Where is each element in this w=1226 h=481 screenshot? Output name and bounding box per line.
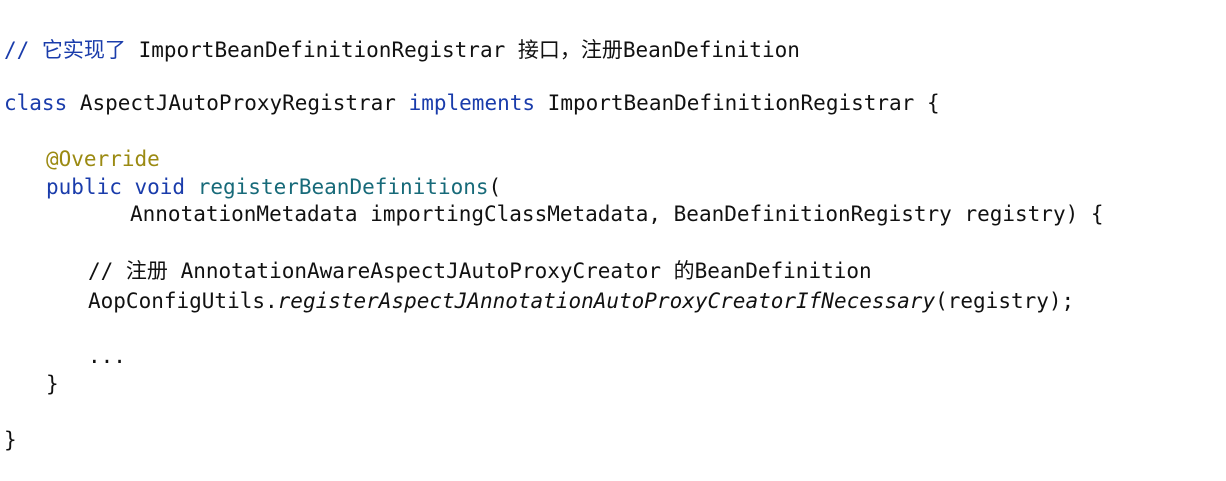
code-line-static-call: AopConfigUtils.registerAspectJAnnotation… [88,287,1074,315]
code-line-class-declaration: class AspectJAutoProxyRegistrar implemen… [4,89,940,117]
header-comment-rest: ImportBeanDefinitionRegistrar 接口，注册BeanD… [125,38,800,62]
call-method: registerAspectJAnnotationAutoProxyCreato… [277,289,936,313]
code-line-method-signature: public void registerBeanDefinitions( [46,173,501,201]
code-line-header-comment: // 它实现了 ImportBeanDefinitionRegistrar 接口… [4,36,800,64]
implements-keyword: implements [408,91,536,115]
class-keyword: class [4,91,68,115]
method-params: AnnotationMetadata importingClassMetadat… [130,202,1104,226]
ellipsis: ... [88,344,126,368]
method-name: registerBeanDefinitions [197,175,489,199]
class-close-brace: } [4,428,17,452]
code-view: // 它实现了 ImportBeanDefinitionRegistrar 接口… [0,0,1226,481]
call-target: AopConfigUtils. [88,289,278,313]
inner-comment: // 注册 AnnotationAwareAspectJAutoProxyCre… [88,259,872,283]
override-annotation: @Override [46,147,160,171]
method-modifiers: public void [46,175,186,199]
call-args: (registry); [935,289,1075,313]
class-name: AspectJAutoProxyRegistrar [67,91,409,115]
interface-name: ImportBeanDefinitionRegistrar { [535,91,940,115]
method-close-brace: } [46,372,59,396]
method-open-paren: ( [488,175,502,199]
header-comment-prefix: // 它实现了 [4,38,126,62]
